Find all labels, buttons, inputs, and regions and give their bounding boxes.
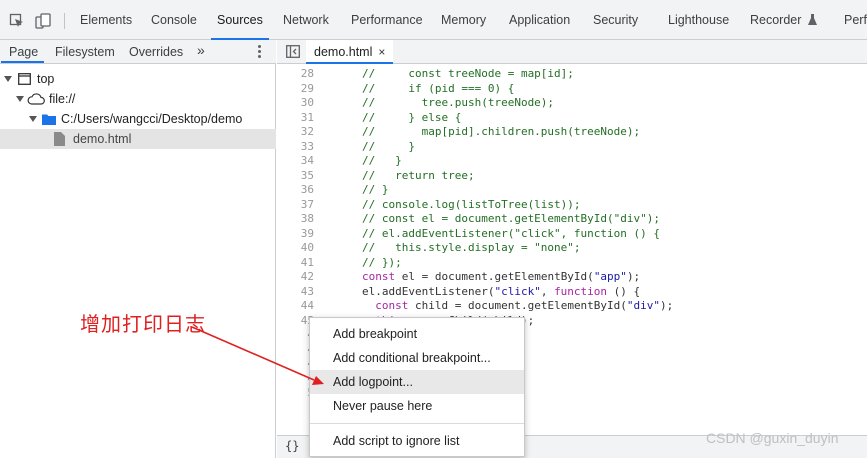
annotation-arrow-icon	[191, 326, 324, 385]
watermark: CSDN @guxin_duyin	[706, 430, 839, 446]
